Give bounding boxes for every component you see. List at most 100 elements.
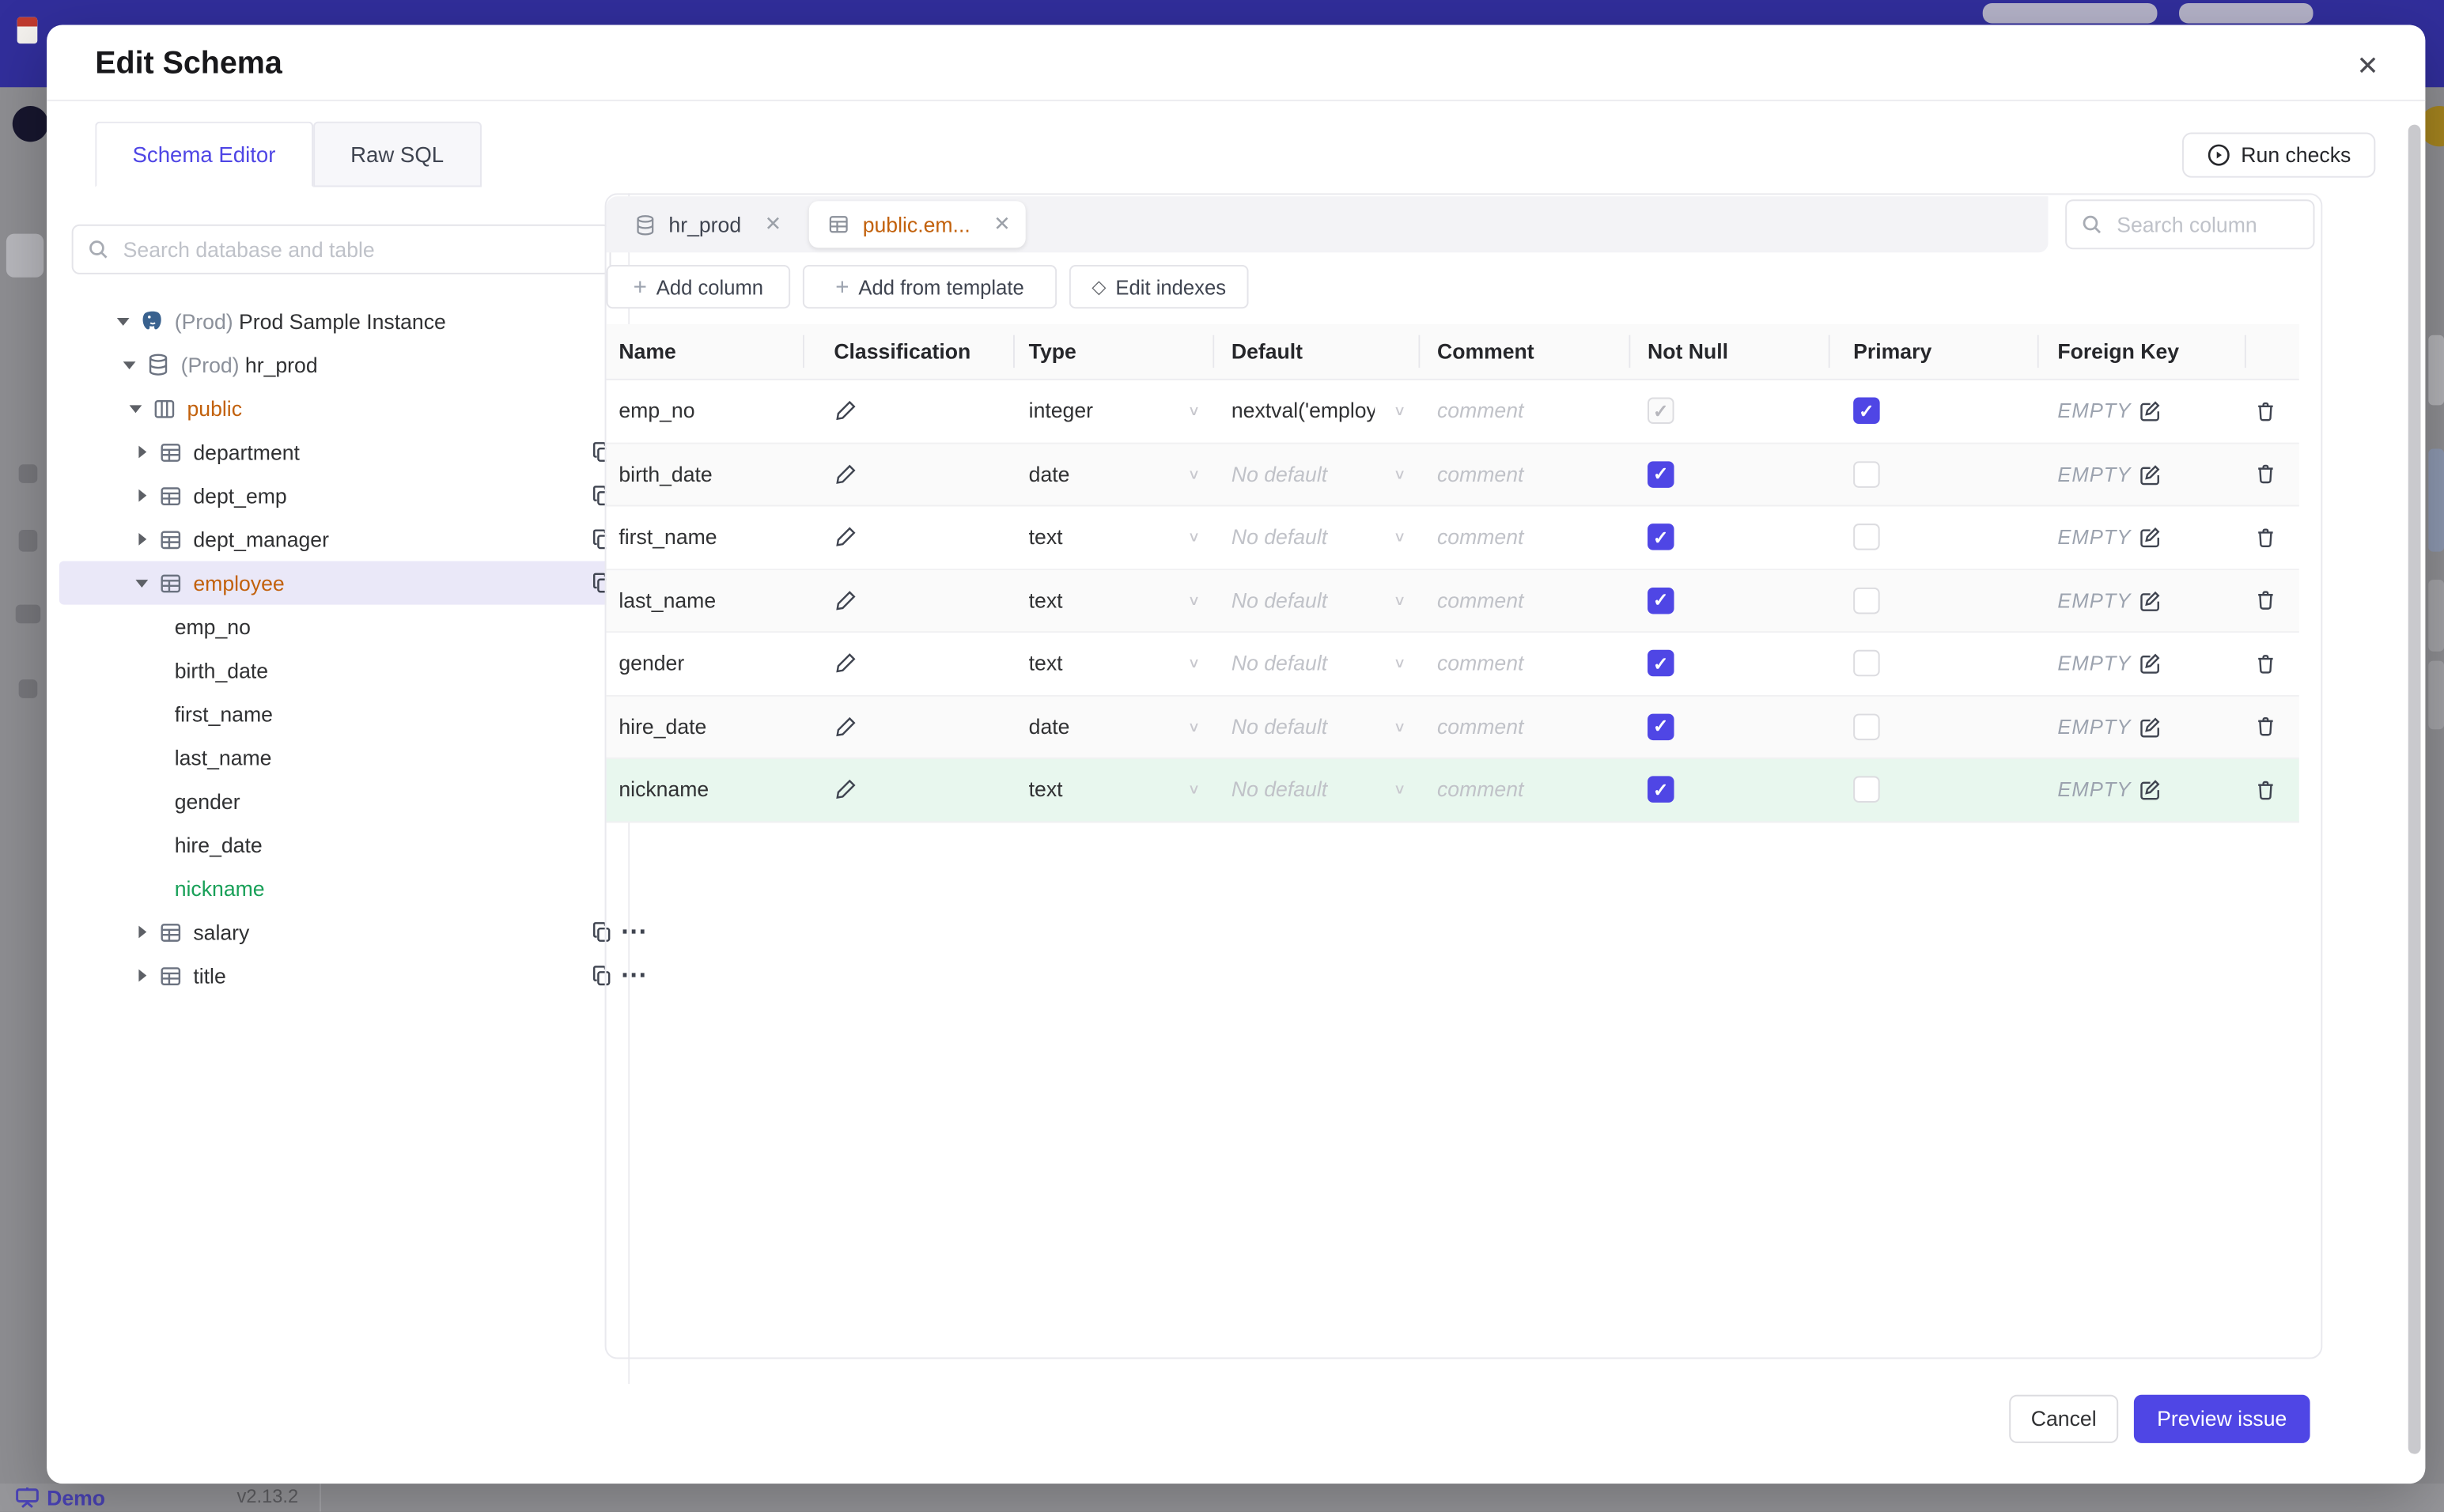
not-null-checkbox[interactable] [1648, 460, 1674, 488]
tree-item[interactable]: birth_date [47, 648, 628, 692]
trash-icon[interactable] [2254, 714, 2278, 739]
edit-foreign-key-icon[interactable] [2139, 463, 2162, 486]
edit-indexes-button[interactable]: ◇ Edit indexes [1069, 265, 1249, 309]
pencil-icon[interactable] [834, 652, 857, 675]
comment-input[interactable]: comment [1437, 399, 1523, 423]
primary-checkbox[interactable] [1853, 460, 1880, 488]
not-null-checkbox[interactable] [1648, 650, 1674, 677]
not-null-checkbox[interactable] [1648, 776, 1674, 803]
not-null-checkbox[interactable] [1648, 398, 1674, 425]
comment-input[interactable]: comment [1437, 715, 1523, 739]
caret-down-icon[interactable] [134, 579, 149, 587]
default-select[interactable]: No default ∨ [1231, 778, 1418, 802]
add-from-template-button[interactable]: + Add from template [802, 265, 1057, 309]
pencil-icon[interactable] [834, 588, 857, 612]
type-select[interactable]: text ∨ [1029, 588, 1213, 612]
pencil-icon[interactable] [834, 778, 857, 802]
comment-input[interactable]: comment [1437, 463, 1523, 486]
pencil-icon[interactable] [834, 715, 857, 739]
type-select[interactable]: text ∨ [1029, 778, 1213, 802]
column-search[interactable] [2065, 199, 2315, 250]
column-name-cell[interactable]: gender [607, 633, 803, 694]
comment-input[interactable]: comment [1437, 588, 1523, 612]
caret-right-icon[interactable] [134, 925, 149, 939]
tree-item[interactable]: (Prod) hr_prod ⋯ [47, 343, 647, 387]
tab[interactable]: Raw SQL [312, 121, 482, 187]
column-name-cell[interactable]: nickname [607, 759, 803, 821]
not-null-checkbox[interactable] [1648, 587, 1674, 614]
pencil-icon[interactable] [834, 463, 857, 486]
caret-down-icon[interactable] [115, 317, 131, 325]
caret-right-icon[interactable] [134, 969, 149, 982]
tree-item[interactable]: hire_date [47, 823, 628, 867]
tree-item[interactable]: public ⋯ [47, 387, 647, 430]
type-select[interactable]: date ∨ [1029, 715, 1213, 739]
add-column-button[interactable]: + Add column [606, 265, 791, 309]
tree-item[interactable]: last_name [47, 735, 628, 779]
default-select[interactable]: No default ∨ [1231, 526, 1418, 550]
default-select[interactable]: nextval('employ ∨ [1231, 399, 1418, 423]
trash-icon[interactable] [2254, 399, 2278, 424]
close-tab-icon[interactable]: ✕ [765, 212, 781, 237]
caret-right-icon[interactable] [134, 489, 149, 502]
comment-input[interactable]: comment [1437, 526, 1523, 550]
sidebar-search[interactable] [71, 224, 611, 274]
column-name-cell[interactable]: birth_date [607, 444, 803, 505]
type-select[interactable]: text ∨ [1029, 526, 1213, 550]
edit-foreign-key-icon[interactable] [2139, 526, 2162, 550]
trash-icon[interactable] [2254, 588, 2278, 613]
pencil-icon[interactable] [834, 399, 857, 423]
cancel-button[interactable]: Cancel [2009, 1394, 2119, 1443]
caret-down-icon[interactable] [128, 404, 144, 413]
primary-checkbox[interactable] [1853, 524, 1880, 551]
not-null-checkbox[interactable] [1648, 524, 1674, 551]
column-name-cell[interactable]: last_name [607, 569, 803, 631]
default-select[interactable]: No default ∨ [1231, 463, 1418, 486]
tree-item[interactable]: nickname [47, 867, 628, 910]
type-select[interactable]: date ∨ [1029, 463, 1213, 486]
type-select[interactable]: text ∨ [1029, 652, 1213, 675]
tree-item[interactable]: salary ⋯ [47, 910, 647, 954]
primary-checkbox[interactable] [1853, 713, 1880, 740]
edit-foreign-key-icon[interactable] [2139, 399, 2162, 423]
edit-foreign-key-icon[interactable] [2139, 715, 2162, 739]
primary-checkbox[interactable] [1853, 776, 1880, 803]
default-select[interactable]: No default ∨ [1231, 652, 1418, 675]
tree-item[interactable]: first_name [47, 692, 628, 735]
edit-foreign-key-icon[interactable] [2139, 778, 2162, 802]
column-name-cell[interactable]: hire_date [607, 696, 803, 758]
editor-tab-chip[interactable]: hr_prod ✕ [615, 201, 796, 248]
trash-icon[interactable] [2254, 651, 2278, 676]
trash-icon[interactable] [2254, 777, 2278, 803]
column-name-cell[interactable]: first_name [607, 506, 803, 568]
column-name-cell[interactable]: emp_no [607, 380, 803, 442]
edit-foreign-key-icon[interactable] [2139, 652, 2162, 675]
close-tab-icon[interactable]: ✕ [993, 212, 1010, 237]
default-select[interactable]: No default ∨ [1231, 588, 1418, 612]
pencil-icon[interactable] [834, 526, 857, 550]
modal-scrollbar[interactable] [2408, 124, 2421, 1454]
trash-icon[interactable] [2254, 525, 2278, 550]
column-search-input[interactable] [2113, 211, 2299, 238]
sidebar-search-input[interactable] [119, 236, 596, 263]
tab[interactable]: Schema Editor [95, 121, 313, 187]
preview-issue-button[interactable]: Preview issue [2133, 1394, 2310, 1443]
caret-right-icon[interactable] [134, 532, 149, 546]
primary-checkbox[interactable] [1853, 650, 1880, 677]
primary-checkbox[interactable] [1853, 398, 1880, 425]
tree-item[interactable]: gender [47, 779, 628, 822]
tree-item[interactable]: department ⋯ [47, 430, 647, 474]
comment-input[interactable]: comment [1437, 778, 1523, 802]
tree-item[interactable]: (Prod) Prod Sample Instance [47, 299, 628, 342]
tree-item[interactable]: emp_no [47, 605, 628, 648]
run-checks-button[interactable]: Run checks [2181, 132, 2376, 178]
not-null-checkbox[interactable] [1648, 713, 1674, 740]
tree-item[interactable]: dept_manager ⋯ [47, 517, 647, 561]
tree-item[interactable]: employee ⋯ [47, 561, 663, 605]
primary-checkbox[interactable] [1853, 587, 1880, 614]
tree-item[interactable]: dept_emp ⋯ [47, 474, 647, 517]
caret-down-icon[interactable] [122, 361, 138, 369]
close-icon[interactable]: ✕ [2351, 50, 2385, 84]
comment-input[interactable]: comment [1437, 652, 1523, 675]
type-select[interactable]: integer ∨ [1029, 399, 1213, 423]
